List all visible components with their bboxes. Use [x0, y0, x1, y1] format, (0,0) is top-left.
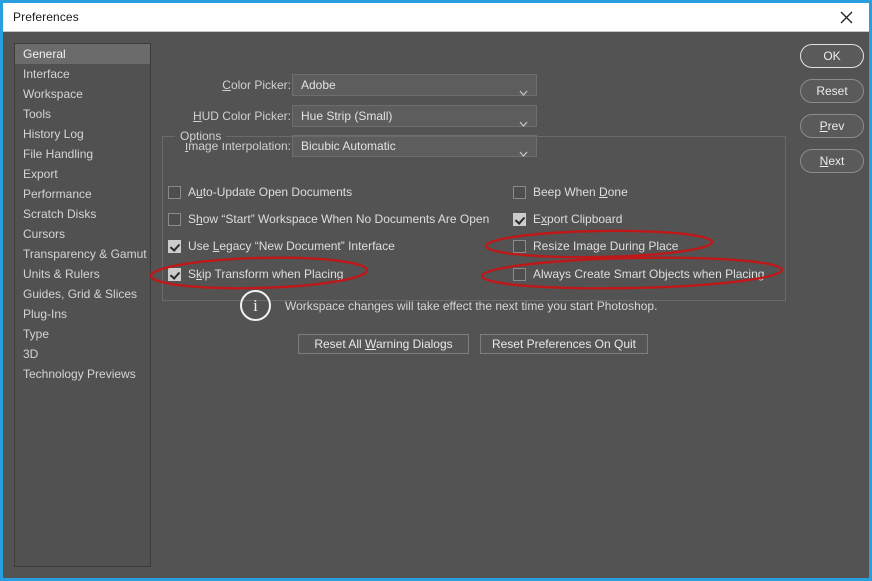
chevron-down-icon — [519, 83, 528, 101]
button-prev[interactable]: Prev — [800, 114, 864, 138]
options-legend: Options — [175, 129, 227, 143]
info-note-text: Workspace changes will take effect the n… — [285, 298, 658, 313]
button-ok[interactable]: OK — [800, 44, 864, 68]
sidebar-item-file-handling[interactable]: File Handling — [15, 144, 150, 164]
checkbox-box[interactable] — [513, 267, 526, 281]
dialog-body: General Interface Workspace Tools History Lo… — [3, 32, 869, 578]
sidebar-item-performance[interactable]: Performance — [15, 184, 150, 204]
sidebar-item-scratch-disks[interactable]: Scratch Disks — [15, 204, 150, 224]
window-title: Preferences — [13, 10, 79, 24]
checkbox-box[interactable] — [513, 239, 526, 253]
info-note: i Workspace changes will take effect the… — [240, 290, 657, 321]
sidebar-item-workspace[interactable]: Workspace — [15, 84, 150, 104]
button-reset-all-warning-dialogs[interactable]: Reset All Warning Dialogs — [298, 334, 469, 354]
button-label: Reset All Warning Dialogs — [314, 337, 453, 351]
checkbox-show-start-workspace-when-no-documents-are-open[interactable]: Show “Start” Workspace When No Documents… — [168, 210, 489, 228]
sidebar-item-general[interactable]: General — [15, 44, 150, 64]
dropdown-value: Hue Strip (Small) — [301, 109, 393, 123]
field-label-text: HUD Color Picker: — [192, 109, 291, 123]
button-reset-preferences-on-quit[interactable]: Reset Preferences On Quit — [480, 334, 648, 354]
sidebar-item-transparency-gamut[interactable]: Transparency & Gamut — [15, 244, 150, 264]
checkbox-auto-update-open-documents[interactable]: Auto-Update Open Documents — [168, 183, 352, 201]
dropdown-value: Adobe — [301, 78, 336, 92]
checkbox-label: Skip Transform when Placing — [188, 267, 344, 281]
checkbox-box[interactable] — [168, 239, 181, 253]
sidebar-item-plug-ins[interactable]: Plug-Ins — [15, 304, 150, 324]
button-label: Next — [819, 154, 845, 168]
info-icon: i — [240, 290, 271, 321]
checkbox-export-clipboard[interactable]: Export Clipboard — [513, 210, 622, 228]
field-label: Color Picker: — [222, 74, 291, 96]
button-label: OK — [823, 49, 841, 63]
dropdown-hue-strip-small[interactable]: Hue Strip (Small) — [292, 105, 537, 127]
button-label: Reset — [816, 84, 848, 98]
sidebar-item-guides-grid-slices[interactable]: Guides, Grid & Slices — [15, 284, 150, 304]
title-bar: Preferences — [3, 3, 869, 32]
checkbox-always-create-smart-objects-when-placing[interactable]: Always Create Smart Objects when Placing — [513, 265, 764, 283]
category-list[interactable]: General Interface Workspace Tools History Lo… — [14, 43, 151, 567]
button-next[interactable]: Next — [800, 149, 864, 173]
checkbox-box[interactable] — [168, 185, 181, 199]
checkbox-box[interactable] — [168, 212, 181, 226]
sidebar-item-technology-previews[interactable]: Technology Previews — [15, 364, 150, 384]
checkbox-label: Auto-Update Open Documents — [188, 185, 353, 199]
checkbox-resize-image-during-place[interactable]: Resize Image During Place — [513, 237, 678, 255]
field-row: Color Picker: Adobe — [163, 74, 783, 96]
checkbox-use-legacy-new-document-interface[interactable]: Use Legacy “New Document” Interface — [168, 237, 395, 255]
sidebar-item-cursors[interactable]: Cursors — [15, 224, 150, 244]
close-icon[interactable] — [823, 3, 869, 31]
checkbox-skip-transform-when-placing[interactable]: Skip Transform when Placing — [168, 265, 343, 283]
checkbox-label: Show “Start” Workspace When No Documents… — [188, 212, 490, 226]
checkbox-box[interactable] — [513, 212, 526, 226]
dropdown-adobe[interactable]: Adobe — [292, 74, 537, 96]
checkbox-label: Export Clipboard — [533, 212, 623, 226]
sidebar-item-type[interactable]: Type — [15, 324, 150, 344]
field-row: HUD Color Picker: Hue Strip (Small) — [163, 105, 783, 127]
sidebar-item-units-rulers[interactable]: Units & Rulers — [15, 264, 150, 284]
chevron-down-icon — [519, 114, 528, 132]
checkbox-box[interactable] — [168, 267, 181, 281]
field-label-text: Color Picker: — [222, 78, 291, 92]
sidebar-item-interface[interactable]: Interface — [15, 64, 150, 84]
checkbox-beep-when-done[interactable]: Beep When Done — [513, 183, 628, 201]
field-label: HUD Color Picker: — [193, 105, 291, 127]
sidebar-item-export[interactable]: Export — [15, 164, 150, 184]
button-label: Prev — [819, 119, 845, 133]
checkbox-label: Beep When Done — [533, 185, 628, 199]
preferences-dialog: Preferences General Interface Workspace Too… — [0, 0, 872, 581]
button-reset[interactable]: Reset — [800, 79, 864, 103]
checkbox-label: Always Create Smart Objects when Placing — [533, 267, 765, 281]
sidebar-item-3d[interactable]: 3D — [15, 344, 150, 364]
checkbox-label: Resize Image During Place — [533, 239, 679, 253]
checkbox-box[interactable] — [513, 185, 526, 199]
sidebar-item-history-log[interactable]: History Log — [15, 124, 150, 144]
sidebar-item-tools[interactable]: Tools — [15, 104, 150, 124]
button-label: Reset Preferences On Quit — [491, 337, 637, 351]
checkbox-label: Use Legacy “New Document” Interface — [188, 239, 395, 253]
